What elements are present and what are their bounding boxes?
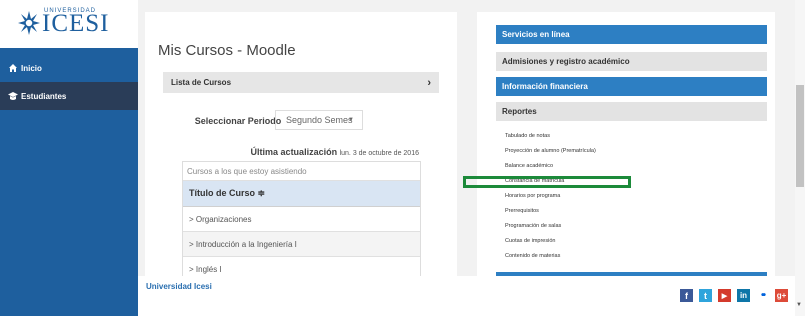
logo-name: ICESI — [42, 10, 110, 37]
facebook-icon[interactable]: f — [680, 289, 693, 302]
report-link[interactable]: Horarios por programa — [505, 189, 596, 204]
report-link[interactable]: Balance académico — [505, 159, 596, 174]
sidebar-item-inicio[interactable]: Inicio — [0, 54, 138, 82]
icesi-logo[interactable]: UNIVERSIDAD ICESI — [0, 0, 138, 48]
last-update-date: lun. 3 de octubre de 2016 — [339, 150, 419, 157]
home-icon — [9, 64, 17, 72]
last-update: Última actualización lun. 3 de octubre d… — [251, 147, 419, 157]
linkedin-icon[interactable]: in — [737, 289, 750, 302]
admisiones-bar[interactable]: Admisiones y registro académico — [496, 52, 767, 71]
courses-table: Cursos a los que estoy asistiendo Título… — [182, 161, 421, 283]
googleplus-icon[interactable]: g+ — [775, 289, 788, 302]
lista-cursos-bar[interactable]: Lista de Cursos › — [163, 72, 439, 93]
lista-cursos-label: Lista de Cursos — [171, 78, 232, 87]
report-link[interactable]: Proyección de alumno (Prematrícula) — [505, 144, 596, 159]
table-row[interactable]: > Organizaciones — [183, 207, 420, 232]
mis-cursos-card: Mis Cursos - Moodle Lista de Cursos › Se… — [145, 12, 457, 283]
info-financiera-bar[interactable]: Información financiera — [496, 77, 767, 96]
footer-university-link[interactable]: Universidad Icesi — [146, 282, 212, 291]
sidebar-item-label: Estudiantes — [21, 91, 67, 101]
sidebar: UNIVERSIDAD ICESI Inicio Estudiantes — [0, 0, 138, 316]
report-link[interactable]: Cuotas de impresión — [505, 234, 596, 249]
table-row[interactable]: > Introducción a la Ingeniería I — [183, 232, 420, 257]
flower-logo-icon — [18, 11, 40, 35]
youtube-icon[interactable]: ▶ — [718, 289, 731, 302]
flickr-icon[interactable]: •• — [756, 289, 769, 302]
last-update-label: Última actualización — [250, 147, 338, 157]
scroll-down-arrow-icon[interactable]: ▼ — [796, 302, 802, 308]
sidebar-item-estudiantes[interactable]: Estudiantes — [0, 82, 138, 110]
page-scrollbar[interactable]: ▼ — [795, 0, 805, 316]
servicios-en-linea-bar[interactable]: Servicios en línea — [496, 25, 767, 44]
report-link[interactable]: Contenido de materias — [505, 249, 596, 264]
highlight-box — [463, 176, 631, 188]
chevron-down-icon: ▼ — [348, 117, 354, 123]
services-panel: Servicios en línea Admisiones y registro… — [477, 12, 775, 282]
periodo-select[interactable]: Segundo Semes ▼ — [275, 110, 363, 130]
report-link[interactable]: Tabulado de notas — [505, 129, 596, 144]
twitter-icon[interactable]: t — [699, 289, 712, 302]
reportes-list: Tabulado de notas Proyección de alumno (… — [505, 129, 596, 264]
table-header-titulo[interactable]: Título de Curso ≑ — [183, 181, 420, 207]
page-title: Mis Cursos - Moodle — [158, 42, 296, 59]
chevron-right-icon[interactable]: › — [427, 77, 431, 89]
periodo-value: Segundo Semes — [286, 115, 353, 125]
students-icon — [8, 92, 18, 100]
footer: Universidad Icesi f t ▶ in •• g+ — [138, 276, 795, 316]
sidebar-item-label: Inicio — [21, 63, 42, 73]
report-link[interactable]: Prerrequisitos — [505, 204, 596, 219]
reportes-bar[interactable]: Reportes — [496, 102, 767, 121]
scrollbar-thumb[interactable] — [796, 85, 804, 187]
periodo-label: Seleccionar Periodo — [194, 116, 282, 126]
social-links: f t ▶ in •• g+ — [680, 289, 788, 302]
report-link[interactable]: Programación de salas — [505, 219, 596, 234]
table-caption: Cursos a los que estoy asistiendo — [183, 162, 420, 181]
